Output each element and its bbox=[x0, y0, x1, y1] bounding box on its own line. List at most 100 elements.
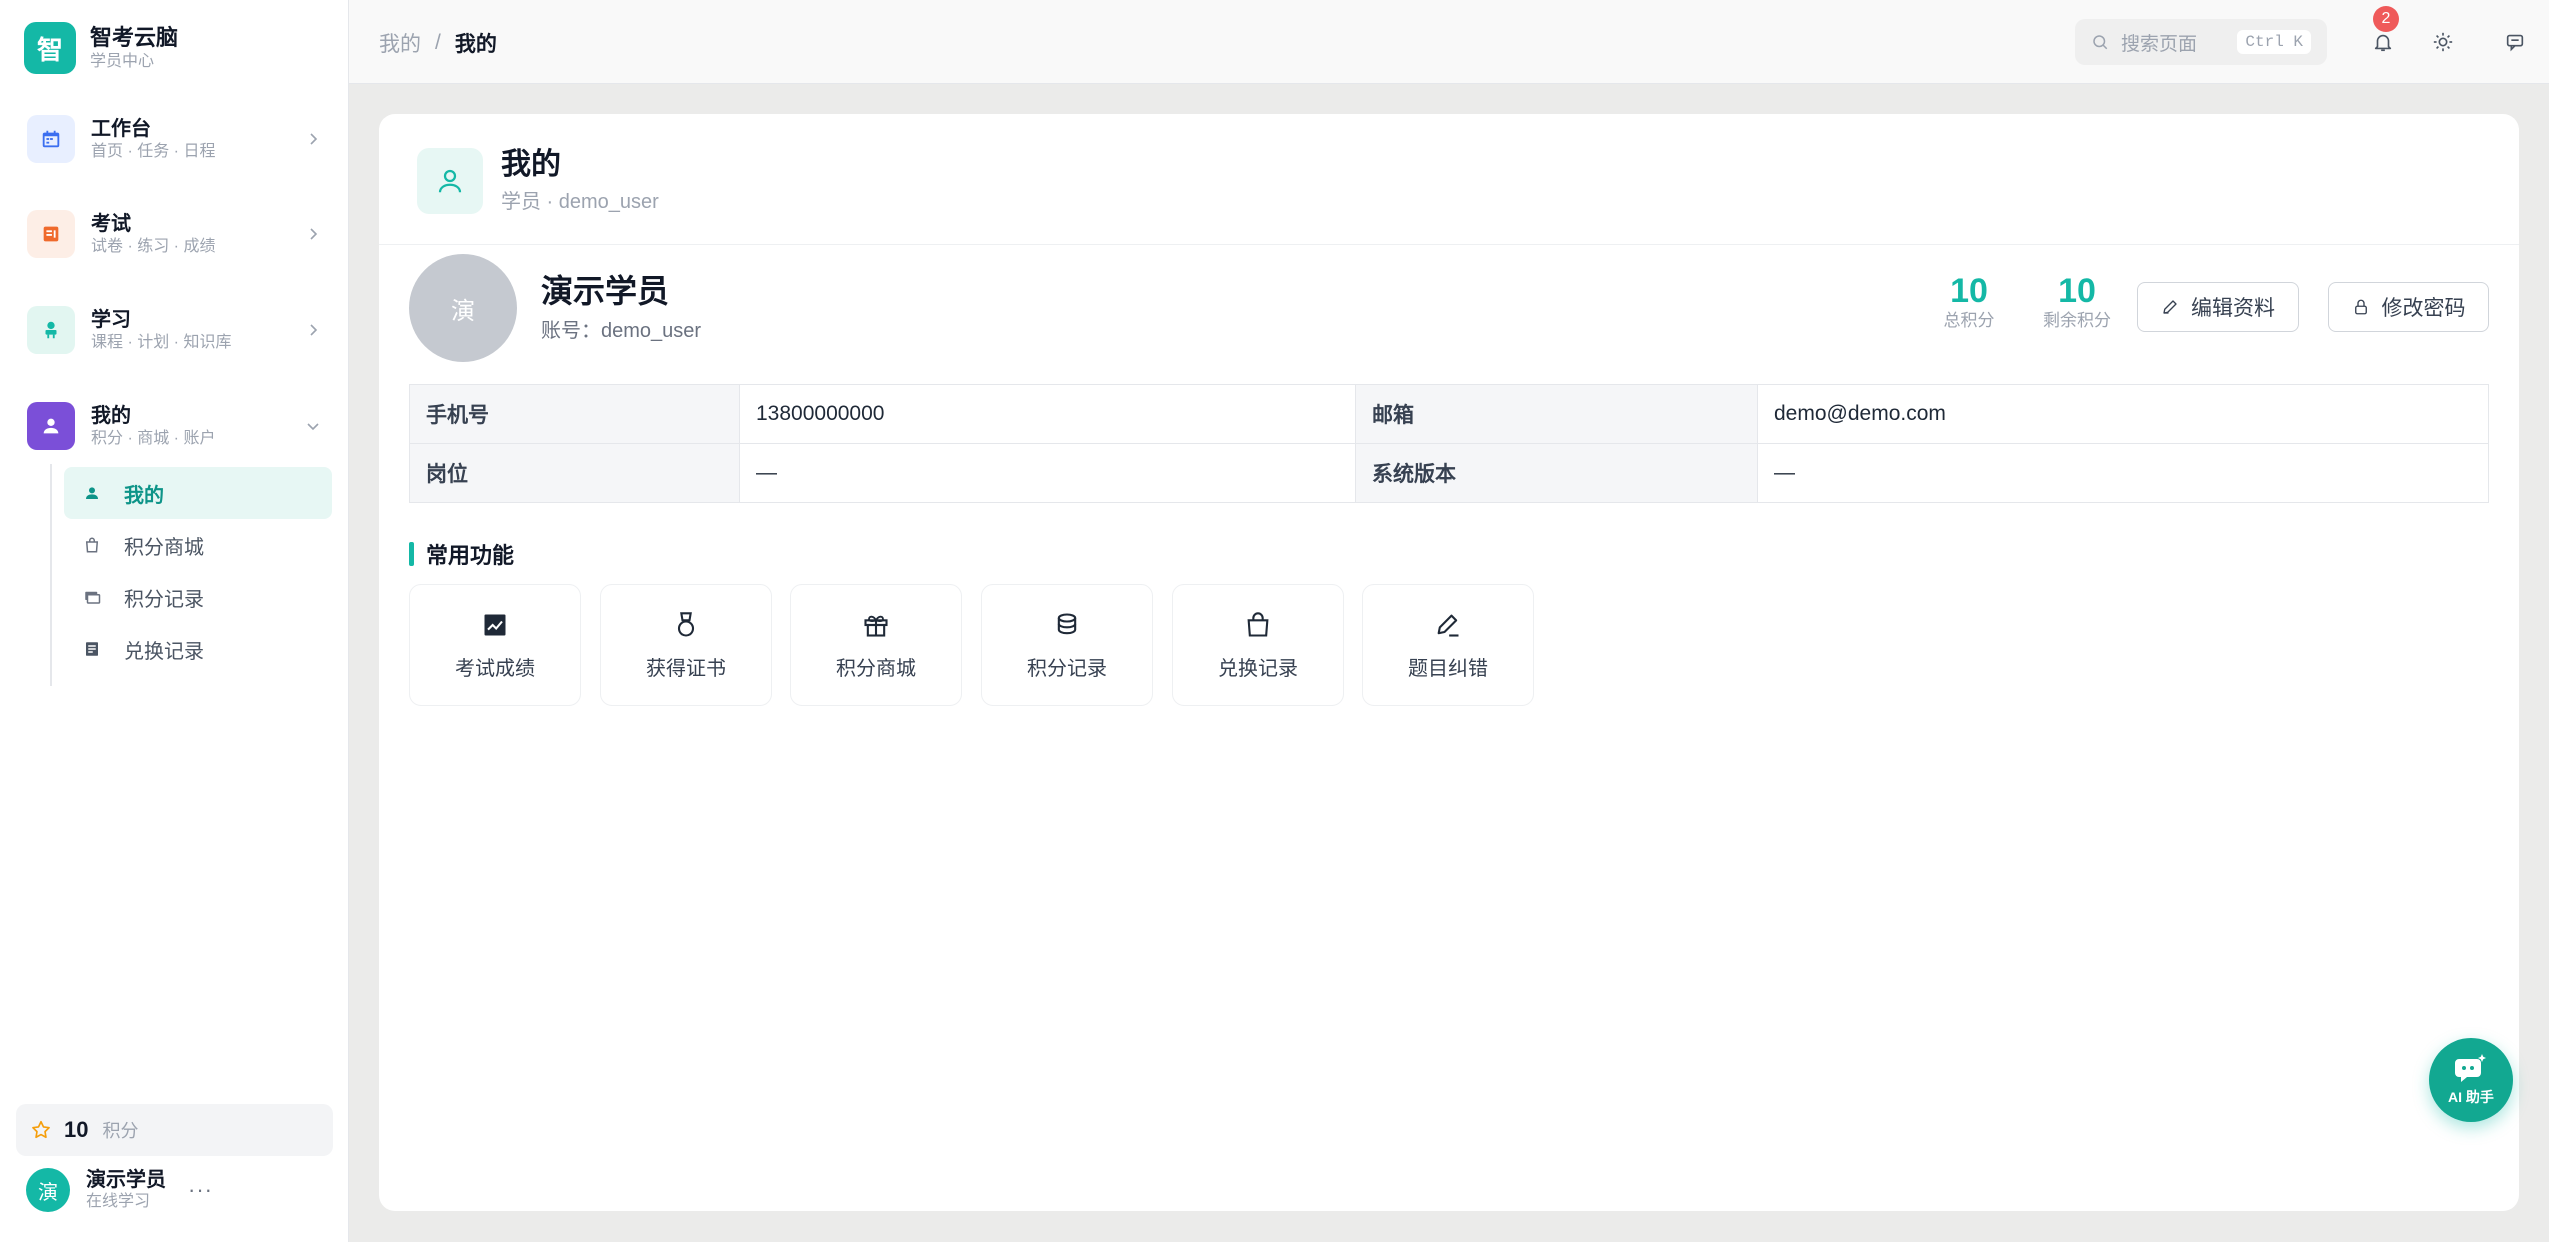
brand[interactable]: 智 智考云脑 学员中心 bbox=[24, 22, 178, 74]
study-icon bbox=[27, 306, 75, 354]
nav-group-subtitle: 课程 · 计划 · 知识库 bbox=[91, 334, 232, 351]
user-name: 演示学员 bbox=[86, 1169, 166, 1191]
function-label: 获得证书 bbox=[646, 657, 726, 680]
page-subtitle: 学员 · demo_user bbox=[501, 191, 659, 213]
stat-remaining-points: 10 剩余积分 bbox=[2037, 272, 2117, 332]
user-profile[interactable]: 演 演示学员 在线学习 ··· bbox=[26, 1168, 213, 1212]
info-key: 岗位 bbox=[409, 443, 740, 503]
change-password-label: 修改密码 bbox=[2381, 297, 2466, 320]
function-question-correction[interactable]: 题目纠错 bbox=[1362, 584, 1534, 706]
gift-icon bbox=[861, 610, 891, 640]
chevron-right-icon bbox=[310, 133, 318, 145]
breadcrumb-current: 我的 bbox=[454, 33, 497, 56]
user-icon bbox=[417, 148, 483, 214]
section-accent-bar bbox=[409, 542, 414, 566]
message-icon bbox=[2506, 34, 2524, 52]
nav-group-workbench[interactable]: 工作台 首页 · 任务 · 日程 bbox=[27, 111, 327, 167]
star-icon bbox=[32, 1120, 50, 1139]
ai-assistant-label: AI 助手 bbox=[2448, 1089, 2494, 1105]
info-key: 手机号 bbox=[409, 384, 740, 444]
avatar: 演 bbox=[26, 1168, 70, 1212]
function-exchange-records[interactable]: 兑换记录 bbox=[1172, 584, 1344, 706]
brand-logo: 智 bbox=[24, 22, 76, 74]
main-card: 我的 学员 · demo_user 演 演示学员 账号：demo_user 10… bbox=[379, 114, 2519, 1211]
help-button[interactable] bbox=[2495, 22, 2535, 62]
nav-group-title: 学习 bbox=[91, 309, 131, 331]
breadcrumb: 我的 / 我的 bbox=[379, 28, 497, 58]
nav-group-exam[interactable]: 考试 试卷 · 练习 · 成绩 bbox=[27, 206, 327, 262]
search-icon bbox=[2093, 35, 2108, 50]
nav-group-subtitle: 积分 · 商城 · 账户 bbox=[91, 430, 216, 447]
sidebar-item-exchange-records[interactable]: 兑换记录 bbox=[64, 623, 332, 675]
chart-icon bbox=[480, 610, 510, 640]
notification-badge: 2 bbox=[2373, 6, 2399, 32]
points-value: 10 bbox=[64, 1117, 89, 1142]
sidebar: 智 智考云脑 学员中心 工作台 首页 · 任务 · 日程 考试 试卷 · 练习 … bbox=[0, 0, 349, 1242]
nav-group-title: 工作台 bbox=[91, 118, 151, 140]
nav-group-title: 考试 bbox=[91, 213, 131, 235]
sidebar-item-label: 积分记录 bbox=[124, 588, 204, 611]
edit-profile-label: 编辑资料 bbox=[2191, 297, 2275, 320]
edit-icon bbox=[2161, 297, 2181, 317]
sidebar-item-label: 我的 bbox=[124, 484, 164, 507]
shortcut-hint: Ctrl K bbox=[2237, 30, 2311, 54]
function-label: 考试成绩 bbox=[455, 657, 535, 680]
breadcrumb-parent[interactable]: 我的 bbox=[379, 28, 421, 58]
nav-group-subtitle: 首页 · 任务 · 日程 bbox=[91, 143, 216, 160]
info-value: 13800000000 bbox=[739, 384, 1356, 444]
sidebar-item-mine[interactable]: 我的 bbox=[64, 467, 332, 519]
change-password-button[interactable]: 修改密码 bbox=[2328, 282, 2489, 332]
info-key: 系统版本 bbox=[1355, 443, 1758, 503]
info-value: — bbox=[1757, 443, 2489, 503]
bell-icon bbox=[2374, 34, 2392, 52]
nav-group-title: 我的 bbox=[91, 405, 131, 427]
more-icon[interactable]: ··· bbox=[188, 1177, 213, 1203]
subnav-line bbox=[50, 464, 54, 686]
function-certificates[interactable]: 获得证书 bbox=[600, 584, 772, 706]
chevron-down-icon bbox=[307, 423, 319, 431]
function-label: 积分商城 bbox=[836, 657, 916, 680]
card-icon bbox=[82, 587, 102, 607]
header-divider bbox=[379, 244, 2519, 245]
bag-icon bbox=[82, 535, 102, 555]
nav-group-subtitle: 试卷 · 练习 · 成绩 bbox=[91, 238, 216, 255]
search-input[interactable]: 搜索页面 Ctrl K bbox=[2075, 19, 2327, 65]
sidebar-item-label: 兑换记录 bbox=[124, 640, 204, 663]
ai-chat-icon bbox=[2455, 1054, 2486, 1082]
ai-assistant-button[interactable]: AI 助手 bbox=[2429, 1038, 2513, 1122]
top-header: 我的 / 我的 搜索页面 Ctrl K 2 bbox=[349, 0, 2549, 84]
points-label: 积分 bbox=[102, 1121, 139, 1141]
function-points-records[interactable]: 积分记录 bbox=[981, 584, 1153, 706]
sidebar-item-points-records[interactable]: 积分记录 bbox=[64, 571, 332, 623]
page-title: 我的 bbox=[501, 148, 561, 181]
chevron-right-icon bbox=[310, 228, 318, 240]
nav-group-study[interactable]: 学习 课程 · 计划 · 知识库 bbox=[27, 302, 327, 358]
receipt-icon bbox=[82, 639, 102, 659]
table-row: 手机号 13800000000 邮箱 demo@demo.com bbox=[409, 384, 2489, 444]
function-label: 题目纠错 bbox=[1408, 657, 1488, 680]
stat-value: 10 bbox=[1950, 272, 1988, 310]
profile-name: 演示学员 bbox=[541, 273, 670, 309]
info-value: — bbox=[739, 443, 1356, 503]
function-points-mall[interactable]: 积分商城 bbox=[790, 584, 962, 706]
function-exam-scores[interactable]: 考试成绩 bbox=[409, 584, 581, 706]
nav-group-mine[interactable]: 我的 积分 · 商城 · 账户 bbox=[27, 398, 327, 454]
user-status: 在线学习 bbox=[86, 1193, 151, 1210]
function-label: 兑换记录 bbox=[1218, 657, 1298, 680]
sun-icon bbox=[2433, 32, 2453, 52]
section-title-text: 常用功能 bbox=[426, 543, 515, 568]
medal-icon bbox=[671, 610, 701, 640]
exam-icon bbox=[27, 210, 75, 258]
avatar: 演 bbox=[409, 254, 517, 362]
sidebar-item-points-mall[interactable]: 积分商城 bbox=[64, 519, 332, 571]
points-summary[interactable]: 10 积分 bbox=[16, 1104, 333, 1156]
stat-label: 总积分 bbox=[1943, 311, 1995, 330]
coins-icon bbox=[1052, 610, 1082, 640]
stat-label: 剩余积分 bbox=[2043, 311, 2111, 330]
table-row: 岗位 — 系统版本 — bbox=[409, 443, 2489, 503]
edit-profile-button[interactable]: 编辑资料 bbox=[2137, 282, 2299, 332]
profile-summary: 演 演示学员 账号：demo_user bbox=[409, 254, 701, 362]
calendar-icon bbox=[27, 115, 75, 163]
chevron-right-icon bbox=[310, 324, 318, 336]
theme-toggle-button[interactable] bbox=[2423, 22, 2463, 62]
